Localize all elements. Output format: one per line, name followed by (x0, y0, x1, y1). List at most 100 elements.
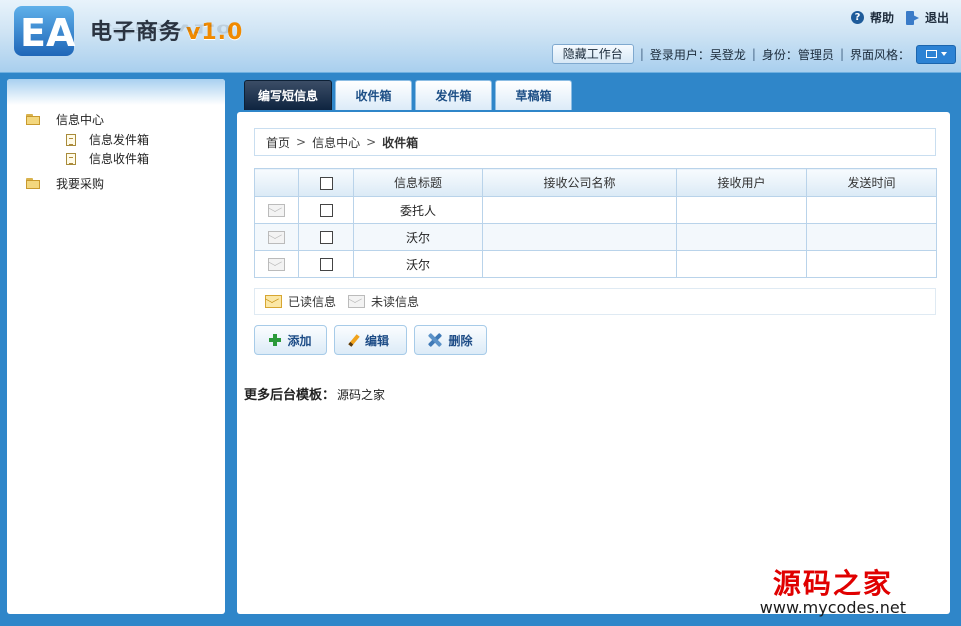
sidebar-item-purchase[interactable]: 我要采购 (26, 173, 225, 194)
column-header: 发送时间 (806, 168, 937, 197)
pencil-icon (348, 333, 360, 347)
title-cell[interactable]: 沃尔 (353, 250, 483, 278)
chevron-down-icon (940, 52, 947, 56)
sidebar-tree: 信息中心 信息发件箱 信息收件箱 我要采购 (7, 105, 225, 194)
sidebar-item-outbox[interactable]: 信息发件箱 (26, 130, 225, 149)
select-cell (298, 250, 354, 278)
breadcrumb: 首页 > 信息中心 > 收件箱 (254, 128, 936, 156)
help-icon[interactable]: ? (850, 11, 864, 24)
divider: | (839, 47, 844, 61)
breadcrumb-current: 收件箱 (382, 135, 419, 150)
plus-icon (269, 334, 282, 346)
status-cell (254, 250, 299, 278)
watermark-url: www.mycodes.net (759, 598, 906, 617)
tab-compose-message[interactable]: 编写短信息 (244, 80, 332, 110)
envelope-read-icon (268, 204, 285, 217)
sidebar-item-info-center[interactable]: 信息中心 (26, 109, 225, 130)
add-button-label: 添加 (287, 333, 312, 348)
breadcrumb-section[interactable]: 信息中心 (312, 134, 360, 151)
action-buttons: 添加 编辑 删除 (254, 325, 487, 355)
status-cell (254, 223, 299, 251)
header-bar: EA 电子商务 v1.0 电子商务v1.0 ? 帮助 退出 隐藏工作台 | 登录用… (0, 0, 961, 73)
more-templates-note: 更多后台模板： 源码之家 (244, 384, 385, 403)
sidebar-item-label: 信息收件箱 (89, 152, 150, 166)
user-cell (676, 250, 807, 278)
folder-open-icon (26, 178, 41, 189)
table-row[interactable]: 委托人 (254, 196, 937, 224)
watermark: 源码之家 www.mycodes.net (759, 567, 906, 618)
select-cell (298, 223, 354, 251)
delete-button-label: 删除 (448, 333, 473, 348)
row-checkbox[interactable] (319, 231, 333, 244)
sidebar-item-label: 我要采购 (56, 177, 105, 191)
exit-door-icon[interactable] (905, 10, 919, 25)
login-user-text: 登录用户：吴登龙 (649, 47, 746, 62)
company-cell (482, 196, 677, 224)
svg-text:EA: EA (20, 11, 76, 55)
app-version-reflection-text: v1.0 (178, 20, 232, 35)
select-all-header (298, 168, 354, 197)
sidebar: 信息中心 信息发件箱 信息收件箱 我要采购 (7, 79, 225, 614)
more-templates-label: 更多后台模板： (244, 388, 336, 403)
select-cell (298, 196, 354, 224)
sidebar-item-label: 信息发件箱 (89, 133, 150, 147)
company-cell (482, 223, 677, 251)
help-link[interactable]: 帮助 (870, 9, 894, 26)
window-icon (925, 50, 937, 58)
identity-text: 身份：管理员 (761, 47, 834, 62)
divider: | (639, 47, 644, 61)
table-row[interactable]: 沃尔 (254, 223, 937, 251)
title-cell[interactable]: 委托人 (353, 196, 483, 224)
watermark-logo-text: 源码之家 (772, 567, 893, 600)
select-all-checkbox[interactable] (319, 176, 333, 190)
user-cell (676, 196, 807, 224)
app-title-reflection-text: 电子商务 (90, 20, 179, 35)
skin-select-button[interactable] (916, 44, 956, 64)
skin-label: 界面风格： (849, 47, 910, 62)
time-cell (806, 250, 937, 278)
sidebar-item-label: 信息中心 (56, 113, 105, 127)
tab-inbox[interactable]: 收件箱 (335, 80, 412, 110)
table-header-row: 信息标题 接收公司名称 接收用户 发送时间 (254, 168, 937, 197)
breadcrumb-home[interactable]: 首页 (266, 134, 290, 151)
row-checkbox[interactable] (319, 258, 333, 271)
status-cell (254, 196, 299, 224)
legend-read-label: 已读信息 (288, 295, 337, 309)
user-cell (676, 223, 807, 251)
breadcrumb-separator: > (296, 135, 307, 149)
row-checkbox[interactable] (319, 204, 333, 217)
breadcrumb-separator: > (366, 135, 377, 149)
time-cell (806, 223, 937, 251)
column-header: 接收公司名称 (482, 168, 677, 197)
delete-button[interactable]: 删除 (414, 325, 487, 355)
envelope-read-icon (268, 258, 285, 271)
envelope-unread-yellow-icon (265, 295, 282, 308)
legend-unread-label: 未读信息 (371, 295, 420, 309)
ea-logo-icon: EA (14, 6, 76, 56)
tab-bar: 编写短信息 收件箱 发件箱 草稿箱 (244, 80, 572, 110)
table-row[interactable]: 沃尔 (254, 250, 937, 278)
document-icon (66, 133, 76, 146)
column-header: 信息标题 (353, 168, 483, 197)
sidebar-item-inbox[interactable]: 信息收件箱 (26, 149, 225, 168)
title-cell[interactable]: 沃尔 (353, 223, 483, 251)
company-cell (482, 250, 677, 278)
hide-workbench-button[interactable]: 隐藏工作台 (551, 44, 634, 64)
delete-cross-icon (428, 333, 442, 347)
user-status-bar: 隐藏工作台 | 登录用户：吴登龙 | 身份：管理员 | 界面风格： (551, 44, 956, 64)
tab-drafts[interactable]: 草稿箱 (495, 80, 572, 110)
logout-link[interactable]: 退出 (925, 9, 949, 26)
more-templates-link[interactable]: 源码之家 (337, 388, 385, 402)
folder-open-icon (26, 114, 41, 125)
status-column-header (254, 168, 299, 197)
top-links: ? 帮助 退出 (850, 9, 955, 26)
message-legend: 已读信息 未读信息 (254, 288, 936, 315)
divider: | (751, 47, 756, 61)
edit-button[interactable]: 编辑 (334, 325, 407, 355)
sidebar-header (7, 79, 225, 105)
app-title-reflection: 电子商务v1.0 (90, 20, 231, 38)
add-button[interactable]: 添加 (254, 325, 327, 355)
tab-outbox[interactable]: 发件箱 (415, 80, 492, 110)
column-header: 接收用户 (676, 168, 807, 197)
envelope-grey-icon (348, 295, 366, 308)
